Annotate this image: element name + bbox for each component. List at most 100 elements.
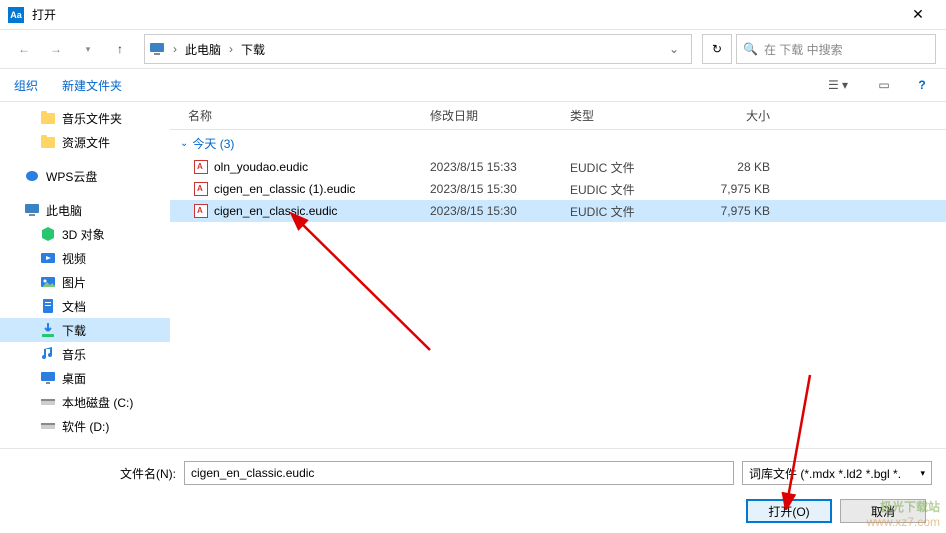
sidebar-item-6[interactable]: 图片 [0,270,170,294]
file-date: 2023/8/15 15:33 [430,160,570,174]
file-type: EUDIC 文件 [570,159,690,176]
crumb-downloads[interactable]: 下载 [237,41,269,58]
sidebar-item-label: 视频 [62,250,86,267]
sidebar-item-2[interactable]: WPS云盘 [0,164,170,188]
eudic-file-icon [194,160,208,174]
file-row[interactable]: oln_youdao.eudic 2023/8/15 15:33EUDIC 文件2… [170,156,946,178]
sidebar-item-8[interactable]: 下载 [0,318,170,342]
search-input[interactable]: 🔍 在 下载 中搜索 [736,34,936,64]
filename-input[interactable] [184,461,734,485]
app-icon: Aa [8,7,24,23]
bottom-panel: 文件名(N): 词库文件 (*.mdx *.ld2 *.bgl *. ▾ 打开(… [0,448,946,533]
file-size: 28 KB [690,160,790,174]
preview-pane-button[interactable]: ▭ [866,74,902,96]
sidebar-item-label: 音乐 [62,346,86,363]
main-area: 音乐文件夹资源文件 WPS云盘此电脑 3D 对象视频图片文档下载音乐桌面本地磁盘 (… [0,102,946,482]
sidebar-item-9[interactable]: 音乐 [0,342,170,366]
file-row[interactable]: cigen_en_classic.eudic 2023/8/15 15:30EUD… [170,200,946,222]
chevron-right-icon[interactable]: › [169,42,181,56]
close-button[interactable]: ✕ [898,0,938,30]
sidebar-item-label: 音乐文件夹 [62,110,122,127]
dl-icon [40,322,56,338]
recent-dropdown[interactable]: ▾ [74,35,102,63]
sidebar-item-4[interactable]: 3D 对象 [0,222,170,246]
folder-icon [40,134,56,150]
eudic-file-icon [194,182,208,196]
filter-text: 词库文件 (*.mdx *.ld2 *.bgl *. [749,465,901,482]
pc-icon [24,202,40,218]
file-date: 2023/8/15 15:30 [430,204,570,218]
chevron-down-icon: ⌄ [180,138,188,149]
sidebar-item-0[interactable]: 音乐文件夹 [0,106,170,130]
crumb-pc[interactable]: 此电脑 [181,41,225,58]
doc-icon [40,298,56,314]
sidebar-item-1[interactable]: 资源文件 [0,130,170,154]
sidebar-item-10[interactable]: 桌面 [0,366,170,390]
sidebar-item-12[interactable]: 软件 (D:) [0,414,170,438]
sidebar-item-label: 桌面 [62,370,86,387]
wps-icon [24,168,40,184]
sidebar-item-label: 3D 对象 [62,226,105,243]
col-size[interactable]: 大小 [690,107,790,124]
toolbar: 组织 新建文件夹 ☰ ▾ ▭ ? [0,68,946,102]
pc-icon [149,41,165,57]
desktop-icon [40,370,56,386]
3d-icon [40,226,56,242]
file-size: 7,975 KB [690,182,790,196]
sidebar-item-11[interactable]: 本地磁盘 (C:) [0,390,170,414]
file-type: EUDIC 文件 [570,203,690,220]
group-label: 今天 (3) [192,135,234,152]
music-icon [40,346,56,362]
list-header: 名称 修改日期 类型 大小 [170,102,946,130]
up-button[interactable]: ↑ [106,35,134,63]
file-row[interactable]: cigen_en_classic (1).eudic 2023/8/15 15:3… [170,178,946,200]
file-name: oln_youdao.eudic [214,160,308,174]
video-icon [40,250,56,266]
disk-icon [40,418,56,434]
sidebar-item-label: 资源文件 [62,134,110,151]
sidebar-item-label: 下载 [62,322,86,339]
file-name: cigen_en_classic.eudic [214,204,337,218]
sidebar-item-label: 文档 [62,298,86,315]
navbar: ← → ▾ ↑ › 此电脑 › 下载 ⌄ ↻ 🔍 在 下载 中搜索 [0,30,946,68]
organize-menu[interactable]: 组织 [14,77,38,94]
sidebar-item-7[interactable]: 文档 [0,294,170,318]
breadcrumb[interactable]: › 此电脑 › 下载 ⌄ [144,34,692,64]
watermark: 极光下载站 www.xz7.com [867,498,940,529]
sidebar-item-label: 图片 [62,274,86,291]
view-mode-button[interactable]: ☰ ▾ [820,74,856,96]
group-today[interactable]: ⌄ 今天 (3) [170,130,946,156]
window-title: 打开 [32,6,898,23]
filter-dropdown[interactable]: 词库文件 (*.mdx *.ld2 *.bgl *. ▾ [742,461,932,485]
chevron-right-icon[interactable]: › [225,42,237,56]
refresh-button[interactable]: ↻ [702,34,732,64]
breadcrumb-dropdown[interactable]: ⌄ [661,42,687,56]
sidebar-item-label: 此电脑 [46,202,82,219]
sidebar-item-5[interactable]: 视频 [0,246,170,270]
sidebar[interactable]: 音乐文件夹资源文件 WPS云盘此电脑 3D 对象视频图片文档下载音乐桌面本地磁盘 (… [0,102,170,482]
sidebar-item-label: 软件 (D:) [62,418,109,435]
newfolder-button[interactable]: 新建文件夹 [62,77,122,94]
file-name: cigen_en_classic (1).eudic [214,182,355,196]
col-name[interactable]: 名称 [170,107,430,124]
search-placeholder: 在 下载 中搜索 [764,41,843,58]
sidebar-item-label: WPS云盘 [46,168,97,185]
col-type[interactable]: 类型 [570,107,690,124]
open-button[interactable]: 打开(O) [746,499,832,523]
help-button[interactable]: ? [912,78,932,92]
eudic-file-icon [194,204,208,218]
chevron-down-icon: ▾ [920,468,925,479]
sidebar-item-3[interactable]: 此电脑 [0,198,170,222]
disk-icon [40,394,56,410]
folder-icon [40,110,56,126]
file-size: 7,975 KB [690,204,790,218]
titlebar: Aa 打开 ✕ [0,0,946,30]
pic-icon [40,274,56,290]
sidebar-item-label: 本地磁盘 (C:) [62,394,133,411]
col-date[interactable]: 修改日期 [430,107,570,124]
file-date: 2023/8/15 15:30 [430,182,570,196]
back-button[interactable]: ← [10,35,38,63]
forward-button: → [42,35,70,63]
filename-label: 文件名(N): [14,465,184,482]
file-list: 名称 修改日期 类型 大小 ⌄ 今天 (3) oln_youdao.eudic 2… [170,102,946,482]
